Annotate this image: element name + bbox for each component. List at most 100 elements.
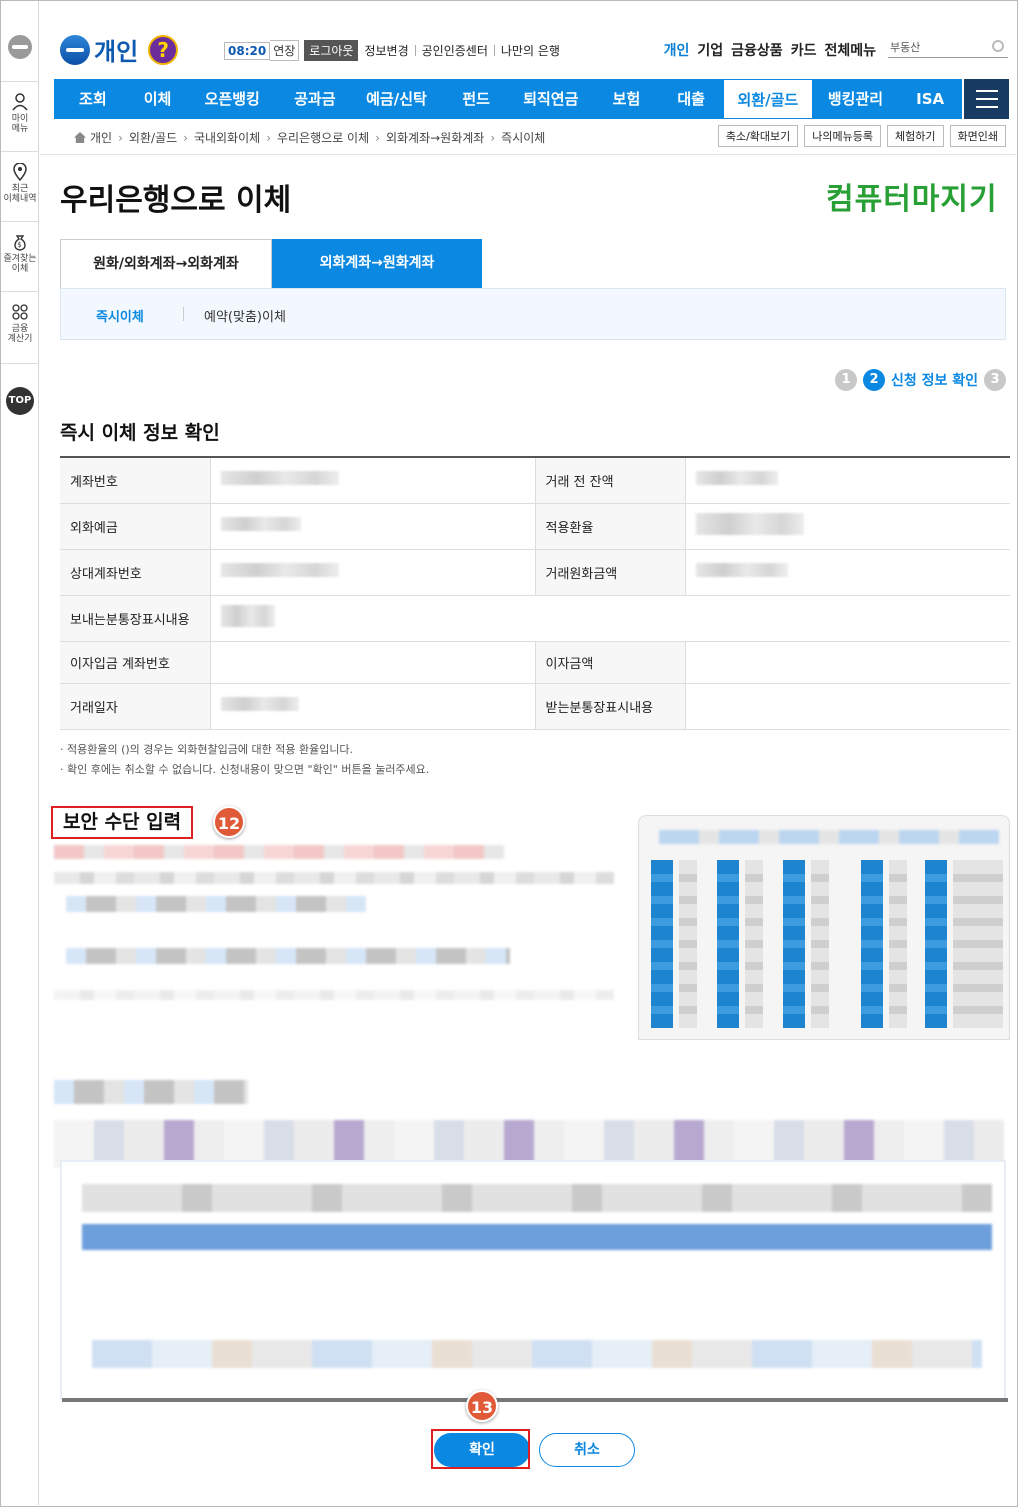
chevron-right-icon: ›	[183, 130, 188, 145]
step-badge-13: 13	[466, 1390, 498, 1422]
tab-fx-to-krw[interactable]: 외화계좌→원화계좌	[272, 239, 482, 288]
step-2: 2	[862, 369, 885, 391]
nav-item-isa[interactable]: ISA	[898, 79, 962, 119]
step-indicator: 1 2 신청 정보 확인 3	[829, 369, 1006, 391]
gnb-products[interactable]: 금융상품	[731, 40, 783, 60]
breadcrumb-item[interactable]: 국내외화이체	[194, 129, 260, 146]
label-krw-amount: 거래원화금액	[534, 549, 685, 596]
value-counter-account	[209, 549, 535, 596]
security-keypad-panel	[60, 1160, 1008, 1402]
util-link-my-bank[interactable]: 나만의 은행	[501, 42, 560, 59]
card-column	[745, 860, 763, 1028]
masked-value	[220, 563, 339, 577]
security-section-title: 보안 수단 입력	[51, 806, 194, 839]
chevron-right-icon: ›	[266, 130, 271, 145]
divider	[493, 45, 495, 56]
utility-bar: 08:20 연장 로그아웃 정보변경 공인인증센터 나만의 은행	[224, 40, 560, 61]
sidebar-item-label: 최근 이체내역	[3, 184, 37, 204]
breadcrumb-item[interactable]: 우리은행으로 이체	[277, 129, 369, 146]
card-column	[783, 860, 805, 1028]
subtab-scheduled-transfer[interactable]: 예약(맞춤)이체	[204, 306, 286, 325]
label-balance-before: 거래 전 잔액	[534, 457, 685, 504]
divider	[62, 1398, 1008, 1402]
breadcrumb-item[interactable]: 외환/골드	[129, 129, 177, 146]
sidebar-item-recent-transfers[interactable]: 최근 이체내역	[1, 163, 39, 204]
help-icon[interactable]: ?	[148, 34, 179, 65]
value-applied-rate	[684, 503, 1010, 550]
util-link-profile[interactable]: 정보변경	[364, 42, 408, 59]
gnb-all-menu[interactable]: 전체메뉴	[824, 40, 876, 60]
nav-item-inquiry[interactable]: 조회	[54, 79, 132, 119]
nav-item-pension[interactable]: 퇴직연금	[508, 79, 594, 119]
sidebar-item-calculator[interactable]: 금융 계산기	[1, 303, 39, 344]
svg-text:$: $	[17, 241, 21, 249]
hamburger-menu-button[interactable]	[964, 79, 1009, 119]
label-account-no: 계좌번호	[60, 457, 210, 504]
value-receiver-memo	[684, 683, 1010, 730]
extend-session-button[interactable]: 연장	[270, 40, 300, 61]
masked-keypad-input[interactable]	[82, 1224, 992, 1250]
masked-value	[220, 605, 275, 627]
notice-item: · 적용환율의 ()의 경우는 외화현찰입금에 대한 적용 환율입니다.	[60, 743, 354, 756]
bank-logo-icon[interactable]	[8, 35, 32, 59]
nav-item-transfer[interactable]: 이체	[132, 79, 184, 119]
label-interest-amount: 이자금액	[534, 641, 685, 684]
nav-item-openbanking[interactable]: 오픈뱅킹	[183, 79, 281, 119]
add-my-menu-button[interactable]: 나의메뉴등록	[804, 125, 882, 147]
demo-button[interactable]: 체험하기	[887, 125, 944, 147]
label-receiver-memo: 받는분통장표시내용	[534, 683, 685, 730]
security-card-image	[638, 815, 1010, 1040]
masked-keypad-row	[92, 1340, 982, 1368]
search-icon[interactable]	[992, 40, 1004, 52]
divider	[1, 151, 39, 152]
nav-item-loan[interactable]: 대출	[659, 79, 723, 119]
card-column	[861, 860, 883, 1028]
breadcrumb-item[interactable]: 외화계좌→원화계좌	[386, 129, 484, 146]
gnb-corporate[interactable]: 기업	[697, 40, 723, 60]
transfer-info-table: 계좌번호 거래 전 잔액 외화예금 적용환율 상대계좌번호 거래원화금액 보내는…	[60, 456, 1010, 730]
notice-list: · 적용환율의 ()의 경우는 외화현찰입금에 대한 적용 환율입니다. · 확…	[60, 740, 429, 780]
nav-item-deposit[interactable]: 예금/신탁	[349, 79, 445, 119]
scroll-top-button[interactable]: TOP	[6, 387, 34, 415]
label-applied-rate: 적용환율	[534, 503, 685, 550]
location-pin-icon	[13, 163, 27, 181]
card-column	[811, 860, 829, 1028]
print-button[interactable]: 화면인쇄	[949, 125, 1006, 147]
label-trade-date: 거래일자	[60, 683, 210, 730]
masked-value	[695, 563, 788, 577]
brand[interactable]: 개인 ?	[60, 32, 179, 67]
breadcrumb: 개인 › 외환/골드 › 국내외화이체 › 우리은행으로 이체 › 외화계좌→원화계좌 ›…	[40, 119, 1016, 155]
sidebar-item-favorite-transfers[interactable]: $ 즐겨찾는 이체	[1, 233, 39, 274]
subtab-instant-transfer[interactable]: 즉시이체	[96, 306, 144, 325]
table-row: 계좌번호 거래 전 잔액	[60, 457, 1010, 504]
util-link-cert-center[interactable]: 공인인증센터	[422, 42, 488, 59]
card-column	[925, 860, 947, 1028]
nav-item-fund[interactable]: 펀드	[444, 79, 508, 119]
label-sender-memo: 보내는분통장표시내용	[60, 595, 210, 642]
gnb-card[interactable]: 카드	[791, 40, 817, 60]
header: 개인 ? 08:20 연장 로그아웃 정보변경 공인인증센터 나만의 은행 개인…	[40, 2, 1016, 78]
search-placeholder: 부동산	[890, 41, 921, 54]
divider	[414, 45, 416, 56]
nav-item-insurance[interactable]: 보험	[594, 79, 660, 119]
value-balance-before	[684, 457, 1010, 504]
gnb-personal[interactable]: 개인	[664, 40, 690, 60]
home-icon[interactable]	[74, 132, 86, 143]
nav-item-banking-mgmt[interactable]: 뱅킹관리	[813, 79, 899, 119]
value-trade-date	[209, 683, 535, 730]
sidebar-item-label: 마이 메뉴	[11, 114, 29, 134]
zoom-toggle-button[interactable]: 축소/확대보기	[717, 125, 799, 147]
breadcrumb-item[interactable]: 개인	[90, 129, 112, 146]
masked-value	[695, 471, 778, 486]
sidebar-item-my-menu[interactable]: 마이 메뉴	[1, 93, 39, 134]
menu-line	[976, 90, 998, 92]
logout-button[interactable]: 로그아웃	[304, 40, 359, 61]
tab-krw-fx-to-fx[interactable]: 원화/외화계좌→외화계좌	[60, 239, 272, 288]
search-input[interactable]: 부동산	[888, 36, 1008, 58]
label-fx-deposit: 외화예금	[60, 503, 210, 550]
cancel-button[interactable]: 취소	[539, 1433, 635, 1467]
masked-value	[220, 697, 299, 711]
nav-item-forex-gold[interactable]: 외환/골드	[723, 79, 813, 119]
nav-item-utility-bills[interactable]: 공과금	[281, 79, 349, 119]
masked-security-field	[66, 948, 510, 964]
